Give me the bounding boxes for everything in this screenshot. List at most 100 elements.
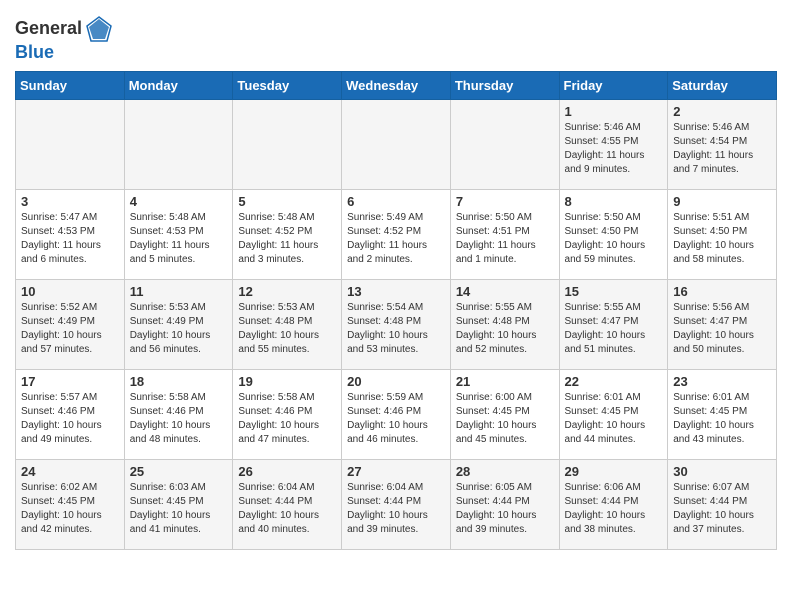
day-number: 13	[347, 284, 445, 299]
calendar-day-cell: 23 Sunrise: 6:01 AM Sunset: 4:45 PM Dayli…	[668, 369, 777, 459]
day-number: 9	[673, 194, 771, 209]
day-number: 12	[238, 284, 336, 299]
calendar-day-cell: 10 Sunrise: 5:52 AM Sunset: 4:49 PM Dayli…	[16, 279, 125, 369]
day-number: 10	[21, 284, 119, 299]
calendar-day-cell: 16 Sunrise: 5:56 AM Sunset: 4:47 PM Dayli…	[668, 279, 777, 369]
day-info: Sunrise: 6:03 AM Sunset: 4:45 PM Dayligh…	[130, 481, 228, 537]
day-number: 22	[565, 374, 663, 389]
day-number: 7	[456, 194, 554, 209]
day-info: Sunrise: 6:04 AM Sunset: 4:44 PM Dayligh…	[238, 481, 336, 537]
calendar-day-cell: 1 Sunrise: 5:46 AM Sunset: 4:55 PM Daylig…	[559, 99, 668, 189]
day-info: Sunrise: 5:58 AM Sunset: 4:46 PM Dayligh…	[130, 391, 228, 447]
calendar-day-cell: 19 Sunrise: 5:58 AM Sunset: 4:46 PM Dayli…	[233, 369, 342, 459]
page: General Blue SundayMondayTuesdayWednesda…	[0, 0, 792, 565]
day-info: Sunrise: 5:47 AM Sunset: 4:53 PM Dayligh…	[21, 211, 119, 267]
day-info: Sunrise: 6:01 AM Sunset: 4:45 PM Dayligh…	[673, 391, 771, 447]
calendar-day-cell: 20Sunrise: 5:59 AM Sunset: 4:46 PM Dayli…	[342, 369, 451, 459]
day-number: 6	[347, 194, 445, 209]
calendar-day-cell	[342, 99, 451, 189]
calendar-day-cell: 4 Sunrise: 5:48 AM Sunset: 4:53 PM Daylig…	[124, 189, 233, 279]
calendar-day-cell: 18 Sunrise: 5:58 AM Sunset: 4:46 PM Dayli…	[124, 369, 233, 459]
calendar-week-row: 3 Sunrise: 5:47 AM Sunset: 4:53 PM Daylig…	[16, 189, 777, 279]
day-info: Sunrise: 5:59 AM Sunset: 4:46 PM Dayligh…	[347, 391, 445, 447]
day-info: Sunrise: 5:56 AM Sunset: 4:47 PM Dayligh…	[673, 301, 771, 357]
day-number: 3	[21, 194, 119, 209]
calendar-week-row: 10 Sunrise: 5:52 AM Sunset: 4:49 PM Dayli…	[16, 279, 777, 369]
day-info: Sunrise: 5:46 AM Sunset: 4:54 PM Dayligh…	[673, 121, 771, 177]
calendar-day-cell: 21Sunrise: 6:00 AM Sunset: 4:45 PM Dayli…	[450, 369, 559, 459]
day-info: Sunrise: 5:50 AM Sunset: 4:51 PM Dayligh…	[456, 211, 554, 267]
calendar-day-cell: 7 Sunrise: 5:50 AM Sunset: 4:51 PM Daylig…	[450, 189, 559, 279]
logo-blue-text: Blue	[15, 43, 113, 63]
weekday-header: Tuesday	[233, 71, 342, 99]
day-info: Sunrise: 5:58 AM Sunset: 4:46 PM Dayligh…	[238, 391, 336, 447]
calendar: SundayMondayTuesdayWednesdayThursdayFrid…	[15, 71, 777, 550]
calendar-day-cell	[124, 99, 233, 189]
day-number: 18	[130, 374, 228, 389]
day-info: Sunrise: 5:57 AM Sunset: 4:46 PM Dayligh…	[21, 391, 119, 447]
day-info: Sunrise: 5:51 AM Sunset: 4:50 PM Dayligh…	[673, 211, 771, 267]
calendar-day-cell: 14 Sunrise: 5:55 AM Sunset: 4:48 PM Dayli…	[450, 279, 559, 369]
day-number: 16	[673, 284, 771, 299]
day-info: Sunrise: 5:50 AM Sunset: 4:50 PM Dayligh…	[565, 211, 663, 267]
calendar-week-row: 17 Sunrise: 5:57 AM Sunset: 4:46 PM Dayli…	[16, 369, 777, 459]
weekday-header: Thursday	[450, 71, 559, 99]
day-number: 4	[130, 194, 228, 209]
day-info: Sunrise: 5:53 AM Sunset: 4:48 PM Dayligh…	[238, 301, 336, 357]
calendar-day-cell: 9 Sunrise: 5:51 AM Sunset: 4:50 PM Daylig…	[668, 189, 777, 279]
calendar-day-cell: 2 Sunrise: 5:46 AM Sunset: 4:54 PM Daylig…	[668, 99, 777, 189]
day-info: Sunrise: 5:49 AM Sunset: 4:52 PM Dayligh…	[347, 211, 445, 267]
day-number: 27	[347, 464, 445, 479]
calendar-header-row: SundayMondayTuesdayWednesdayThursdayFrid…	[16, 71, 777, 99]
logo: General Blue	[15, 15, 113, 63]
calendar-week-row: 1 Sunrise: 5:46 AM Sunset: 4:55 PM Daylig…	[16, 99, 777, 189]
header: General Blue	[15, 10, 777, 63]
calendar-day-cell	[16, 99, 125, 189]
day-number: 19	[238, 374, 336, 389]
day-number: 2	[673, 104, 771, 119]
day-info: Sunrise: 6:07 AM Sunset: 4:44 PM Dayligh…	[673, 481, 771, 537]
calendar-day-cell	[450, 99, 559, 189]
calendar-day-cell: 12 Sunrise: 5:53 AM Sunset: 4:48 PM Dayli…	[233, 279, 342, 369]
weekday-header: Wednesday	[342, 71, 451, 99]
calendar-day-cell: 27 Sunrise: 6:04 AM Sunset: 4:44 PM Dayli…	[342, 459, 451, 549]
calendar-day-cell: 6 Sunrise: 5:49 AM Sunset: 4:52 PM Daylig…	[342, 189, 451, 279]
day-number: 1	[565, 104, 663, 119]
calendar-day-cell: 8Sunrise: 5:50 AM Sunset: 4:50 PM Daylig…	[559, 189, 668, 279]
day-number: 23	[673, 374, 771, 389]
day-info: Sunrise: 5:48 AM Sunset: 4:53 PM Dayligh…	[130, 211, 228, 267]
day-number: 11	[130, 284, 228, 299]
day-info: Sunrise: 6:01 AM Sunset: 4:45 PM Dayligh…	[565, 391, 663, 447]
day-info: Sunrise: 5:52 AM Sunset: 4:49 PM Dayligh…	[21, 301, 119, 357]
day-info: Sunrise: 6:04 AM Sunset: 4:44 PM Dayligh…	[347, 481, 445, 537]
logo-general-text: General	[15, 19, 82, 39]
weekday-header: Monday	[124, 71, 233, 99]
day-info: Sunrise: 6:05 AM Sunset: 4:44 PM Dayligh…	[456, 481, 554, 537]
calendar-day-cell: 25 Sunrise: 6:03 AM Sunset: 4:45 PM Dayli…	[124, 459, 233, 549]
day-number: 21	[456, 374, 554, 389]
calendar-day-cell: 5Sunrise: 5:48 AM Sunset: 4:52 PM Daylig…	[233, 189, 342, 279]
day-info: Sunrise: 6:06 AM Sunset: 4:44 PM Dayligh…	[565, 481, 663, 537]
calendar-week-row: 24 Sunrise: 6:02 AM Sunset: 4:45 PM Dayli…	[16, 459, 777, 549]
day-number: 15	[565, 284, 663, 299]
calendar-day-cell: 15 Sunrise: 5:55 AM Sunset: 4:47 PM Dayli…	[559, 279, 668, 369]
calendar-day-cell: 13 Sunrise: 5:54 AM Sunset: 4:48 PM Dayli…	[342, 279, 451, 369]
weekday-header: Friday	[559, 71, 668, 99]
day-number: 17	[21, 374, 119, 389]
calendar-day-cell: 11Sunrise: 5:53 AM Sunset: 4:49 PM Dayli…	[124, 279, 233, 369]
day-info: Sunrise: 5:46 AM Sunset: 4:55 PM Dayligh…	[565, 121, 663, 177]
day-number: 14	[456, 284, 554, 299]
day-info: Sunrise: 5:54 AM Sunset: 4:48 PM Dayligh…	[347, 301, 445, 357]
day-info: Sunrise: 5:55 AM Sunset: 4:47 PM Dayligh…	[565, 301, 663, 357]
calendar-day-cell: 28 Sunrise: 6:05 AM Sunset: 4:44 PM Dayli…	[450, 459, 559, 549]
day-number: 24	[21, 464, 119, 479]
weekday-header: Sunday	[16, 71, 125, 99]
day-info: Sunrise: 5:55 AM Sunset: 4:48 PM Dayligh…	[456, 301, 554, 357]
day-number: 25	[130, 464, 228, 479]
day-number: 29	[565, 464, 663, 479]
calendar-day-cell: 26Sunrise: 6:04 AM Sunset: 4:44 PM Dayli…	[233, 459, 342, 549]
calendar-day-cell: 30Sunrise: 6:07 AM Sunset: 4:44 PM Dayli…	[668, 459, 777, 549]
day-number: 28	[456, 464, 554, 479]
calendar-day-cell: 17 Sunrise: 5:57 AM Sunset: 4:46 PM Dayli…	[16, 369, 125, 459]
day-info: Sunrise: 6:02 AM Sunset: 4:45 PM Dayligh…	[21, 481, 119, 537]
